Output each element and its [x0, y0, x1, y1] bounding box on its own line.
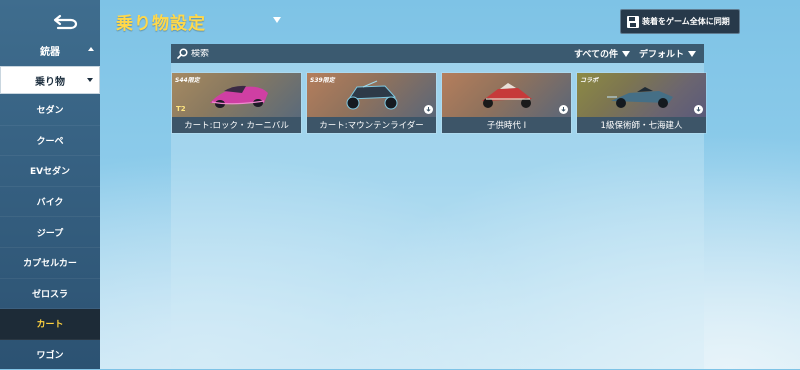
sidebar-category-firearms[interactable]: 銃器: [0, 38, 100, 62]
vehicle-name: 1級保術師・七海建人: [577, 117, 706, 133]
download-icon[interactable]: [559, 105, 568, 114]
sidebar-item-coupe[interactable]: クーペ: [0, 126, 100, 157]
caret-down-icon: [87, 78, 93, 82]
sidebar-item-bike[interactable]: バイク: [0, 187, 100, 218]
sidebar-item-label: バイク: [36, 198, 64, 209]
download-icon[interactable]: [424, 105, 433, 114]
sync-outfit-button[interactable]: 装着をゲーム全体に同期: [620, 9, 740, 34]
sidebar-vehicle-list: セダン クーペ EVセダン バイク ジープ カプセルカー ゼロスラ カート ワゴ…: [0, 95, 100, 370]
childhood-kart-image: [482, 83, 532, 108]
vehicle-thumbnail: コラボ: [577, 73, 706, 117]
sync-button-label: 装着をゲーム全体に同期: [642, 17, 730, 26]
vehicle-card[interactable]: S39限定 カート:マウンテンライダー: [306, 72, 437, 134]
sidebar-item-jeep[interactable]: ジープ: [0, 217, 100, 248]
page-title: 乗り物設定: [116, 14, 206, 34]
download-icon[interactable]: [694, 105, 703, 114]
sidebar-item-label: セダン: [36, 106, 64, 117]
sidebar-item-kart[interactable]: カート: [0, 309, 100, 340]
vehicle-thumbnail: [442, 73, 571, 117]
sidebar-item-label: クーペ: [36, 136, 64, 147]
vehicle-thumbnail: S44限定 T2: [172, 73, 301, 117]
search-box[interactable]: [177, 48, 311, 59]
sidebar-selected-label: 乗り物: [35, 76, 65, 88]
sidebar-item-capsule-car[interactable]: カプセルカー: [0, 248, 100, 279]
vehicle-card[interactable]: S44限定 T2 カート:ロック・カーニバル: [171, 72, 302, 134]
sort-label: デフォルト: [639, 50, 685, 60]
sidebar-item-label: ゼロスラ: [31, 289, 68, 300]
vehicle-name: 子供時代 I: [442, 117, 571, 133]
sort-dropdown[interactable]: デフォルト: [639, 47, 697, 60]
save-icon: [627, 15, 639, 28]
sidebar-item-label: カプセルカー: [23, 259, 77, 270]
buggy-kart-image: [346, 80, 398, 110]
sidebar: 銃器 乗り物 セダン クーペ EVセダン バイク ジープ カプセルカー ゼロスラ…: [0, 0, 100, 370]
back-button[interactable]: [48, 9, 84, 33]
vehicle-panel: すべての件 デフォルト S44限定 T2 カート:ロック・カーニバル: [171, 44, 707, 369]
filter-all-dropdown[interactable]: すべての件: [574, 47, 631, 60]
sidebar-category-vehicles[interactable]: 乗り物: [0, 66, 100, 94]
vehicle-thumbnail: S39限定: [307, 73, 436, 117]
sidebar-item-wagon[interactable]: ワゴン: [0, 340, 100, 370]
sidebar-item-ev-sedan[interactable]: EVセダン: [0, 156, 100, 187]
sidebar-item-zerosura[interactable]: ゼロスラ: [0, 279, 100, 310]
formula-kart-image: [607, 87, 673, 108]
vehicle-name: カート:ロック・カーニバル: [172, 117, 301, 133]
triangle-down-icon: [688, 50, 697, 57]
filter-all-label: すべての件: [574, 50, 619, 60]
vehicle-name: カート:マウンテンライダー: [307, 117, 436, 133]
rank-badge: T2: [176, 105, 186, 113]
panel-toolbar: すべての件 デフォルト: [171, 44, 704, 63]
triangle-down-icon: [622, 50, 631, 57]
sports-kart-image: [210, 85, 268, 108]
sidebar-item-sedan[interactable]: セダン: [0, 95, 100, 126]
back-arrow-icon: [53, 14, 78, 30]
sidebar-item-label: EVセダン: [29, 167, 71, 178]
sidebar-category-label: 銃器: [40, 46, 60, 58]
sidebar-item-label: カート: [36, 320, 64, 331]
vehicle-card[interactable]: 子供時代 I: [441, 72, 572, 134]
triangle-down-icon[interactable]: [273, 17, 281, 23]
search-input[interactable]: [188, 48, 311, 59]
sidebar-item-label: ワゴン: [36, 351, 64, 362]
caret-up-icon: [88, 47, 94, 51]
sidebar-item-label: ジープ: [36, 228, 64, 239]
search-icon: [177, 48, 188, 59]
vehicle-card[interactable]: コラボ 1級保術師・七海建人: [576, 72, 707, 134]
